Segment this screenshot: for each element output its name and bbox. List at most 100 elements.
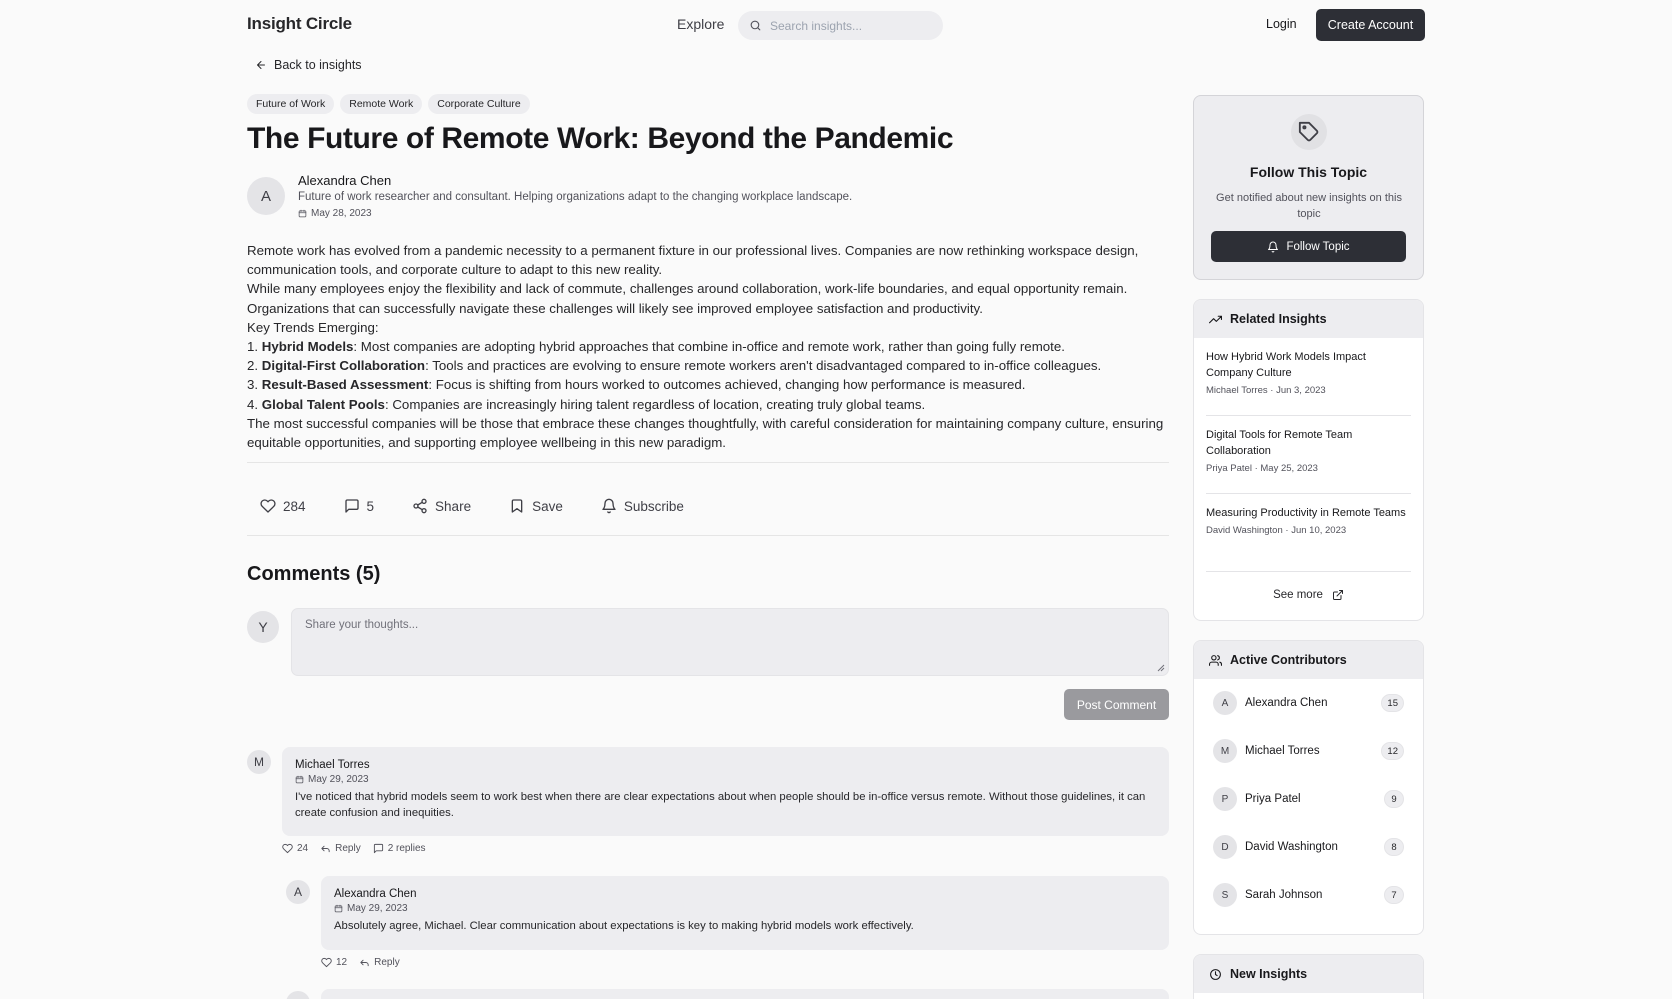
related-insight-item[interactable]: Digital Tools for Remote Team Collaborat… <box>1206 416 1411 494</box>
explore-link[interactable]: Explore <box>677 16 724 32</box>
comment-reply-button[interactable]: Reply <box>359 957 400 968</box>
follow-topic-label: Follow Topic <box>1286 240 1350 253</box>
post-comment-button[interactable]: Post Comment <box>1064 689 1169 720</box>
tag-corporate-culture[interactable]: Corporate Culture <box>428 94 530 114</box>
new-insights-card: New Insights <box>1193 954 1424 999</box>
reply-bubble <box>321 989 1169 999</box>
contributor-avatar: A <box>1213 691 1237 715</box>
like-count: 284 <box>283 498 306 514</box>
article-body: Remote work has evolved from a pandemic … <box>247 241 1167 452</box>
trend-item: 3. Result-Based Assessment: Focus is shi… <box>247 377 1026 393</box>
tag-future-of-work[interactable]: Future of Work <box>247 94 335 114</box>
create-account-button[interactable]: Create Account <box>1316 9 1425 41</box>
topic-tags: Future of Work Remote Work Corporate Cul… <box>247 94 530 114</box>
follow-topic-button[interactable]: Follow Topic <box>1211 231 1406 262</box>
login-link[interactable]: Login <box>1266 17 1297 31</box>
comments-heading: Comments (5) <box>247 563 381 585</box>
heart-icon <box>260 498 276 514</box>
commenter-avatar[interactable] <box>286 991 310 999</box>
contributor-row[interactable]: P Priya Patel 9 <box>1194 775 1423 823</box>
comment-icon <box>373 843 384 854</box>
comment-date: May 29, 2023 <box>295 774 1156 785</box>
top-navbar: Insight Circle Explore Login Create Acco… <box>0 0 1672 50</box>
related-insight-item[interactable]: How Hybrid Work Models Impact Company Cu… <box>1206 338 1411 416</box>
article-date: May 28, 2023 <box>298 208 372 219</box>
comment-like-count: 24 <box>297 843 309 854</box>
reply-bubble: Alexandra Chen May 29, 2023 Absolutely a… <box>321 876 1169 950</box>
commenter-name[interactable]: Michael Torres <box>295 759 1156 771</box>
contributor-avatar: S <box>1213 883 1237 907</box>
reply-icon <box>359 957 370 968</box>
comment-input[interactable] <box>305 619 1155 665</box>
view-replies-button[interactable]: 2 replies <box>373 843 426 854</box>
article-date-text: May 28, 2023 <box>311 208 372 219</box>
commenter-avatar[interactable]: M <box>247 750 271 774</box>
commenter-name[interactable]: Alexandra Chen <box>334 888 1156 900</box>
resize-handle-icon[interactable] <box>1157 664 1165 672</box>
comment-count: 5 <box>366 498 375 514</box>
comment-actions: 24 Reply 2 replies <box>282 843 438 854</box>
contributor-name: Priya Patel <box>1245 793 1301 805</box>
comment-text: Absolutely agree, Michael. Clear communi… <box>334 920 914 932</box>
related-insight-meta: Michael Torres · Jun 3, 2023 <box>1206 385 1326 396</box>
article-paragraph: Remote work has evolved from a pandemic … <box>247 243 1139 278</box>
users-icon <box>1209 654 1222 667</box>
contributor-row[interactable]: S Sarah Johnson 7 <box>1194 871 1423 919</box>
share-button[interactable]: Share <box>412 498 471 514</box>
bell-icon <box>1267 241 1279 253</box>
comment-like-button[interactable]: 24 <box>282 843 308 854</box>
related-insight-title[interactable]: Measuring Productivity in Remote Teams <box>1206 505 1411 521</box>
related-insight-title[interactable]: How Hybrid Work Models Impact Company Cu… <box>1206 349 1411 381</box>
brand-logo[interactable]: Insight Circle <box>247 14 352 34</box>
comment-icon <box>344 498 360 514</box>
see-more-label: See more <box>1273 589 1323 601</box>
trends-heading: Key Trends Emerging: <box>247 319 379 335</box>
contributor-row[interactable]: D David Washington 8 <box>1194 823 1423 871</box>
related-insight-meta: Priya Patel · May 25, 2023 <box>1206 463 1318 474</box>
current-user-avatar: Y <box>247 611 279 643</box>
search-input[interactable] <box>770 18 935 33</box>
subscribe-button[interactable]: Subscribe <box>601 498 684 514</box>
comment-reply-button[interactable]: Reply <box>320 843 361 854</box>
replies-count: 2 replies <box>387 843 426 854</box>
contributor-count-badge: 7 <box>1384 886 1404 904</box>
external-link-icon <box>1332 589 1344 601</box>
divider <box>247 535 1169 536</box>
contributor-row[interactable]: M Michael Torres 12 <box>1194 727 1423 775</box>
comment-date-text: May 29, 2023 <box>347 903 408 914</box>
trend-item: 4. Global Talent Pools: Companies are in… <box>247 396 926 412</box>
like-button[interactable]: 284 <box>260 498 306 514</box>
active-contributors-title: Active Contributors <box>1230 653 1347 667</box>
author-bio: Future of work researcher and consultant… <box>298 191 853 203</box>
contributor-name: David Washington <box>1245 841 1338 853</box>
related-insights-card: Related Insights How Hybrid Work Models … <box>1193 299 1424 621</box>
see-more-link[interactable]: See more <box>1194 589 1423 601</box>
reply-label: Reply <box>335 843 361 854</box>
save-label: Save <box>532 498 563 514</box>
comment-like-button[interactable]: 12 <box>321 957 347 968</box>
related-insight-title[interactable]: Digital Tools for Remote Team Collaborat… <box>1206 427 1411 459</box>
contributor-avatar: P <box>1213 787 1237 811</box>
tag-remote-work[interactable]: Remote Work <box>340 94 423 114</box>
comment-input-box[interactable] <box>291 608 1169 676</box>
follow-topic-card: Follow This Topic Get notified about new… <box>1193 95 1424 280</box>
bell-icon <box>601 498 617 514</box>
back-label: Back to insights <box>274 58 362 72</box>
author-avatar[interactable]: A <box>247 177 285 215</box>
related-insight-item[interactable]: Measuring Productivity in Remote Teams D… <box>1206 494 1411 572</box>
article-paragraph: The most successful companies will be th… <box>247 415 1164 451</box>
contributor-row[interactable]: A Alexandra Chen 15 <box>1194 679 1423 727</box>
commenter-avatar[interactable]: A <box>286 880 310 904</box>
search-bar[interactable] <box>738 11 943 40</box>
comments-button[interactable]: 5 <box>344 498 375 514</box>
arrow-left-icon <box>255 59 274 71</box>
follow-topic-desc: Get notified about new insights on this … <box>1216 192 1402 220</box>
back-to-insights-link[interactable]: Back to insights <box>255 58 362 72</box>
subscribe-label: Subscribe <box>623 498 684 514</box>
save-button[interactable]: Save <box>509 498 563 514</box>
author-name[interactable]: Alexandra Chen <box>298 173 391 188</box>
comment-text: I've noticed that hybrid models seem to … <box>295 791 1146 819</box>
heart-icon <box>282 843 293 854</box>
share-icon <box>412 498 428 514</box>
contributor-name: Sarah Johnson <box>1245 889 1323 901</box>
